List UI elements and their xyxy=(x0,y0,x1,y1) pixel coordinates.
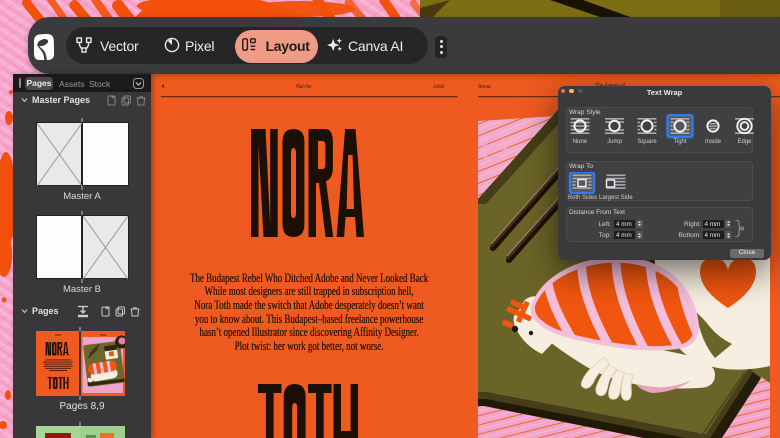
svg-text:Showcase: Showcase xyxy=(478,83,491,90)
svg-text:4: 4 xyxy=(161,83,165,90)
svg-text:What’s New: What’s New xyxy=(296,83,312,90)
svg-text:Artist: Artist xyxy=(433,83,444,90)
